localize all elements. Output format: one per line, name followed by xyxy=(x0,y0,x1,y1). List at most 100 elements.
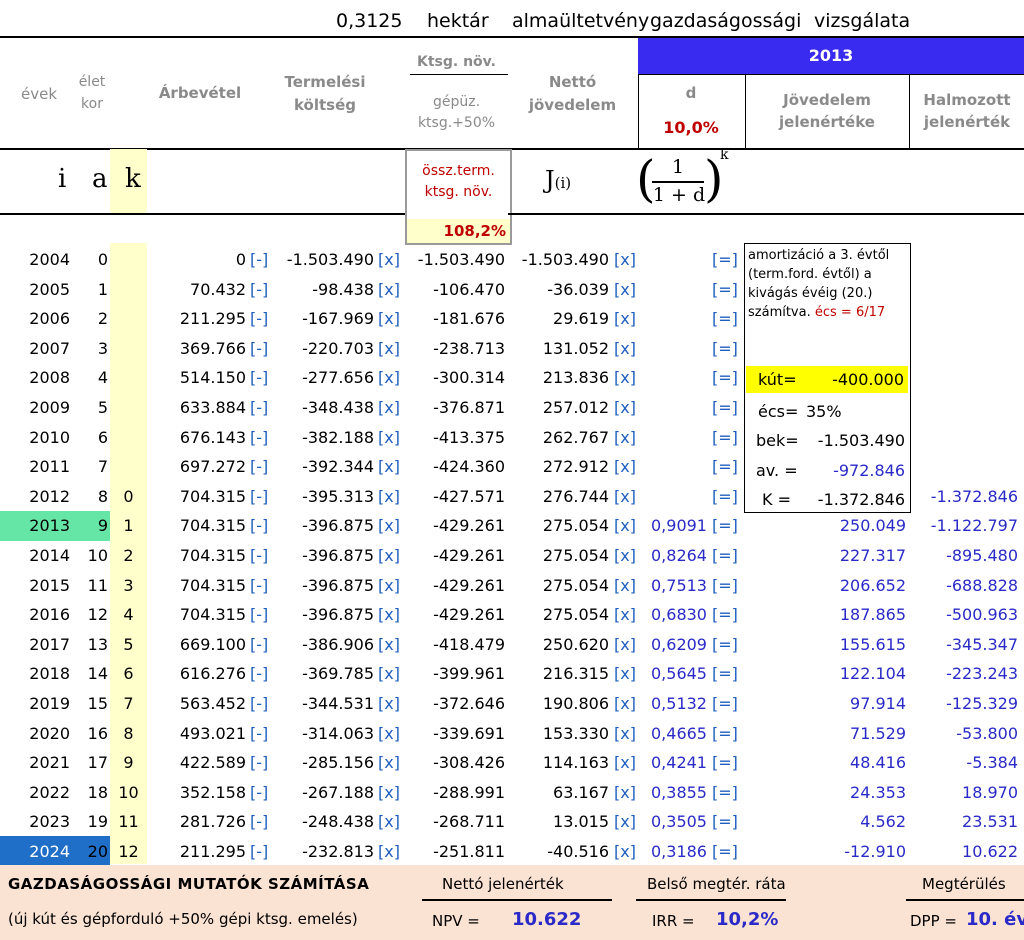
divider xyxy=(422,899,612,901)
cell-year: 2018 xyxy=(29,664,70,684)
cell-netto: 276.744 xyxy=(542,486,609,506)
footer-title: GAZDASÁGOSSÁGI MUTATÓK SZÁMÍTÁSA xyxy=(8,875,370,893)
cell-age: 10 xyxy=(87,546,108,565)
title-word1: almaültetvény xyxy=(512,10,650,32)
cell-arbevetel: 704.315 xyxy=(179,605,246,625)
cell-present-value: 4.562 xyxy=(860,812,906,832)
cell-year: 2014 xyxy=(29,546,70,565)
table-row: 2013 9 1 704.315 [-] -396.875 [x] -429.261 275.0… xyxy=(0,512,1024,542)
bracket-x: [x] xyxy=(614,753,636,773)
bracket-minus: [-] xyxy=(250,338,269,358)
page-title: 0,3125 hektár almaültetvény gazdaságossá… xyxy=(0,6,1024,36)
bracket-x: [x] xyxy=(378,842,400,861)
ktsg-nov-label: ktsg. növ. xyxy=(424,184,493,200)
title-area: 0,3125 xyxy=(336,10,403,32)
cell-ktsg: -418.479 xyxy=(433,634,505,654)
bracket-x: [x] xyxy=(614,782,636,802)
cell-year: 2017 xyxy=(29,634,70,654)
header-halm-2: jelenérték xyxy=(923,113,1011,131)
bracket-x: [x] xyxy=(614,250,636,269)
cell-cumulative: -895.480 xyxy=(946,546,1018,565)
bracket-minus: [-] xyxy=(250,516,269,536)
bracket-minus: [-] xyxy=(250,723,269,743)
table-row: 2014 10 2 704.315 [-] -396.875 [x] -429.261 275.… xyxy=(0,542,1024,572)
cell-arbevetel: 211.295 xyxy=(179,309,246,329)
cell-arbevetel: 704.315 xyxy=(179,486,246,506)
bracket-x: [x] xyxy=(378,723,400,743)
bracket-x: [x] xyxy=(378,782,400,802)
cell-year: 2024 xyxy=(29,842,70,861)
cell-k: 6 xyxy=(123,664,134,684)
cell-netto: -1.503.490 xyxy=(521,250,609,269)
title-word2: gazdaságossági xyxy=(650,10,802,32)
table-row: 2017 13 5 669.100 [-] -386.906 [x] -418.479 250.… xyxy=(0,631,1024,661)
cell-age: 6 xyxy=(97,427,108,447)
cell-year: 2022 xyxy=(29,782,70,802)
footer-subtitle: (új kút és gépforduló +50% gépi ktsg. em… xyxy=(8,910,358,928)
bracket-x: [x] xyxy=(614,309,636,329)
cell-termelesi: -369.785 xyxy=(302,664,374,684)
header-halm-1: Halmozott xyxy=(923,91,1011,109)
cell-age: 20 xyxy=(87,842,108,861)
table-row: 2020 16 8 493.021 [-] -314.063 [x] -339.691 153.… xyxy=(0,720,1024,750)
cell-discount-factor: 0,7513 xyxy=(651,575,707,595)
bracket-minus: [-] xyxy=(250,250,269,269)
cell-termelesi: -98.438 xyxy=(312,279,374,299)
header-d-value: 10,0% xyxy=(663,118,719,137)
divider xyxy=(745,74,746,149)
header-jov-jelen-1: Jövedelem xyxy=(783,91,871,109)
cell-termelesi: -232.813 xyxy=(302,842,374,861)
cell-year: 2016 xyxy=(29,605,70,625)
cell-age: 7 xyxy=(97,457,108,477)
cell-year: 2006 xyxy=(29,309,70,329)
cell-termelesi: -248.438 xyxy=(302,812,374,832)
header-netto: Nettó xyxy=(548,73,597,91)
table-row: 2019 15 7 563.452 [-] -344.531 [x] -372.646 190.… xyxy=(0,690,1024,720)
cell-age: 15 xyxy=(87,694,108,713)
bracket-x: [x] xyxy=(378,516,400,536)
cell-termelesi: -395.313 xyxy=(302,486,374,506)
header-d: d xyxy=(685,84,697,102)
bracket-x: [x] xyxy=(614,723,636,743)
header-ktsg50: ktsg.+50% xyxy=(417,115,496,131)
cell-k: 0 xyxy=(123,486,134,506)
cell-age: 18 xyxy=(87,782,108,802)
cell-termelesi: -396.875 xyxy=(302,575,374,595)
cell-age: 14 xyxy=(87,664,108,684)
cell-netto: -36.039 xyxy=(547,279,609,299)
cell-k: 9 xyxy=(123,753,134,773)
irr-label: IRR = xyxy=(652,912,695,930)
npv-label: NPV = xyxy=(432,912,480,930)
cell-present-value: 206.652 xyxy=(839,575,906,595)
cell-present-value: -12.910 xyxy=(844,842,906,861)
bracket-minus: [-] xyxy=(250,546,269,565)
title-word3: vizsgálata xyxy=(814,10,911,32)
cell-termelesi: -277.656 xyxy=(302,368,374,388)
dpp-header: Megtérülés xyxy=(922,875,1006,893)
cell-ktsg: -300.314 xyxy=(433,368,505,388)
cell-cumulative: -125.329 xyxy=(946,694,1018,713)
table-row: 2007 3 369.766 [-] -220.703 [x] -238.713 131.05… xyxy=(0,335,1024,365)
npv-header: Nettó jelenérték xyxy=(442,875,564,893)
ktsg-nov-value: 108,2% xyxy=(443,222,506,240)
cell-arbevetel: 493.021 xyxy=(179,723,246,743)
cell-age: 13 xyxy=(87,634,108,654)
cell-year: 2007 xyxy=(29,338,70,358)
cell-discount-factor: 0,4241 xyxy=(651,753,707,773)
cell-arbevetel: 0 xyxy=(235,250,246,269)
cell-netto: 29.619 xyxy=(553,309,609,329)
cell-arbevetel: 676.143 xyxy=(179,427,246,447)
cell-age: 1 xyxy=(97,279,108,299)
bracket-x: [x] xyxy=(614,516,636,536)
cell-termelesi: -396.875 xyxy=(302,605,374,625)
bracket-eq: [=] xyxy=(712,398,738,417)
table-row: 2021 17 9 422.589 [-] -285.156 [x] -308.426 114.… xyxy=(0,749,1024,779)
bracket-minus: [-] xyxy=(250,812,269,832)
cell-year: 2015 xyxy=(29,575,70,595)
ossz-term-label: össz.term. xyxy=(422,163,495,179)
cell-termelesi: -386.906 xyxy=(302,634,374,654)
bracket-eq: [=] xyxy=(712,723,738,743)
bracket-eq: [=] xyxy=(712,664,738,684)
divider xyxy=(906,899,1024,901)
cell-present-value: 250.049 xyxy=(839,516,906,536)
